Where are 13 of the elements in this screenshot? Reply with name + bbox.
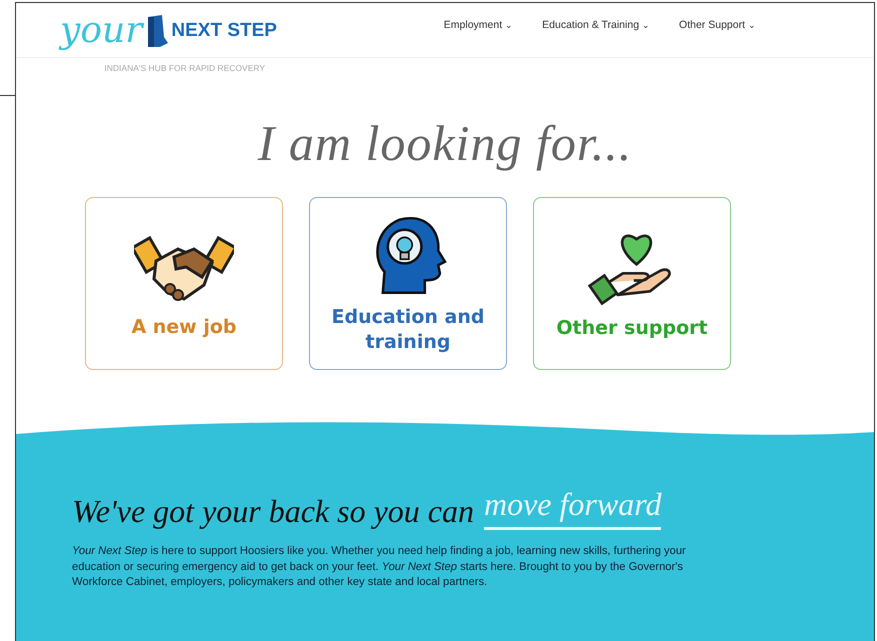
option-card[interactable]: Education and training	[309, 197, 507, 370]
logo-wordmark[interactable]: NEXT STEP	[171, 20, 277, 42]
nav-link[interactable]: Other Support ⌄	[679, 19, 756, 31]
hero-highlight: move forward	[484, 486, 662, 530]
logo-tagline: INDIANA'S HUB FOR RAPID RECOVERY	[104, 63, 266, 73]
page-heading: I am looking for...	[258, 114, 632, 172]
nav-link[interactable]: Employment ⌄	[444, 19, 514, 31]
nav-link[interactable]: Education & Training ⌄	[542, 19, 650, 31]
option-card[interactable]: Other support	[533, 197, 731, 370]
option-card[interactable]: A new job	[85, 197, 283, 370]
state-shape-icon	[146, 13, 168, 49]
intro-paragraph: Your Next Step is here to support Hoosiers like you. Whether you need help finding a job, learning new skills, furthering your education or securing emergency aid to get back on your feet. Your Next Step starts here. Brought to you by the Governor's Workforce Cabinet, employers, policymakers and other key state and local partners.	[72, 544, 687, 590]
hero-heading: We've got your back so you can	[72, 493, 474, 530]
